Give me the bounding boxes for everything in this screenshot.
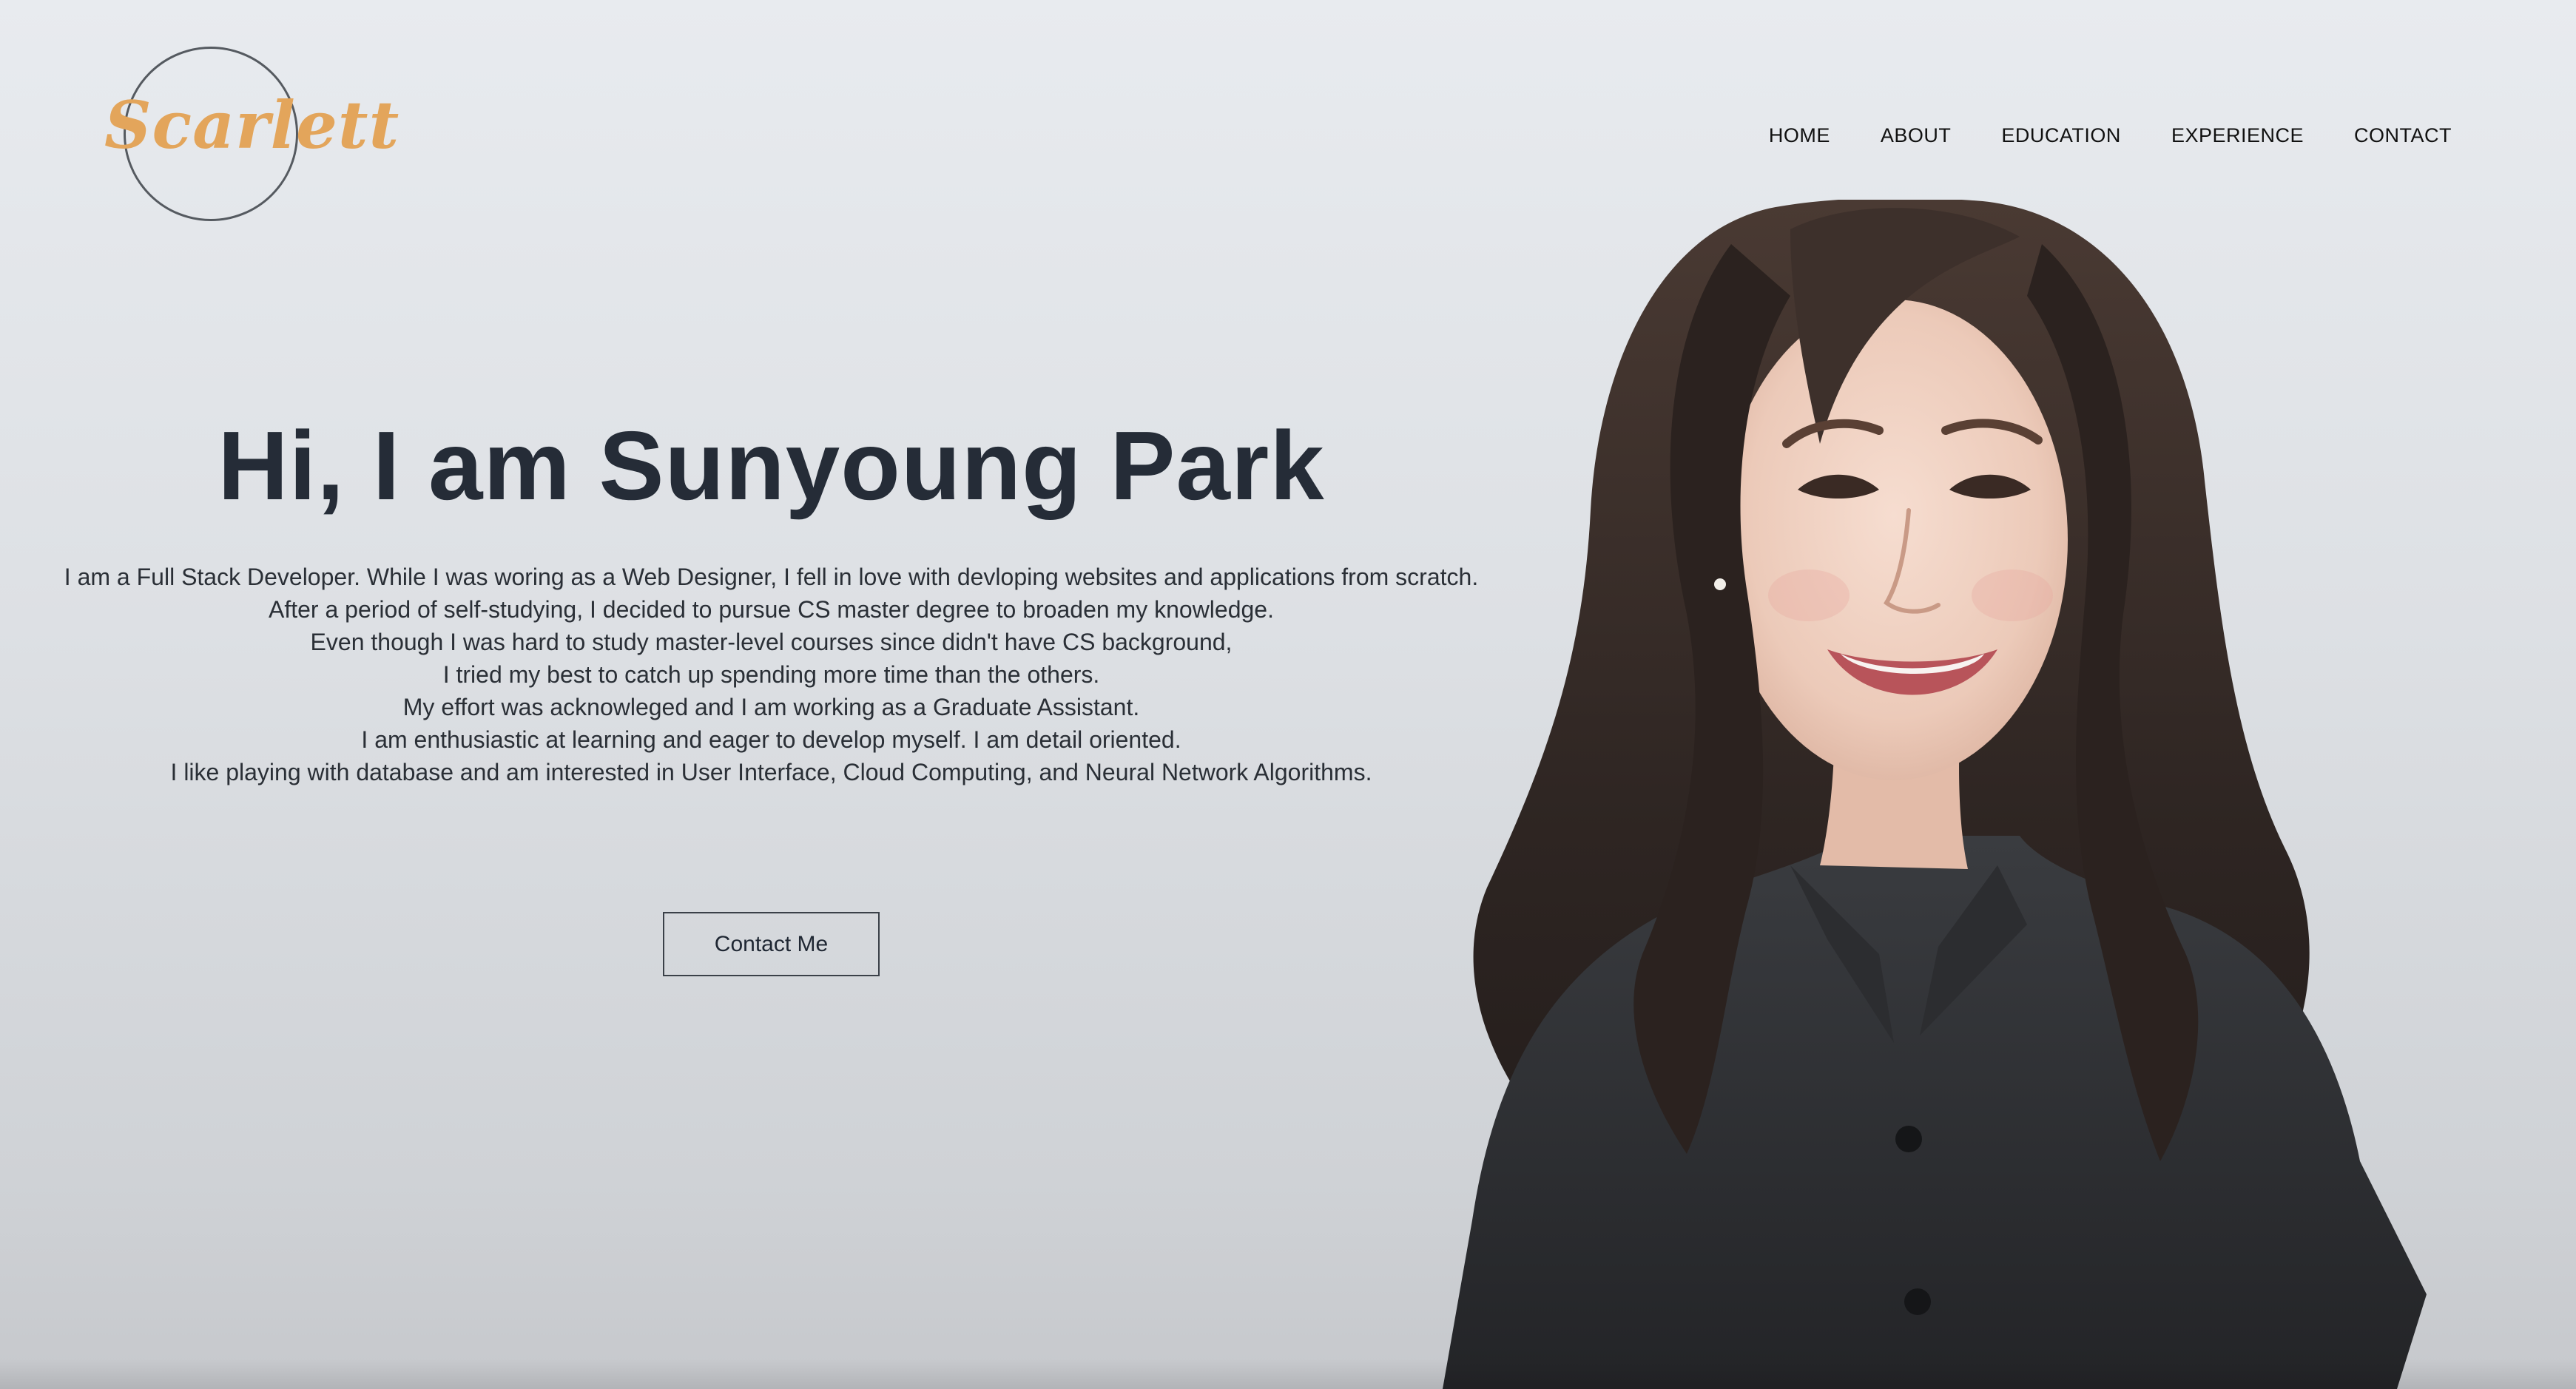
bio-line: I am a Full Stack Developer. While I was… bbox=[64, 564, 1479, 590]
bottom-shadow bbox=[0, 1359, 2576, 1389]
face bbox=[1720, 300, 2068, 780]
hero-bio: I am a Full Stack Developer. While I was… bbox=[44, 561, 1498, 788]
nav-item-about[interactable]: ABOUT bbox=[1881, 124, 1952, 147]
bio-line: My effort was acknowleged and I am worki… bbox=[402, 694, 1140, 720]
hero-title: Hi, I am Sunyoung Park bbox=[218, 411, 1325, 520]
bio-line: After a period of self-studying, I decid… bbox=[269, 596, 1274, 623]
contact-me-button[interactable]: Contact Me bbox=[663, 912, 880, 976]
nav-item-experience[interactable]: EXPERIENCE bbox=[2171, 124, 2304, 147]
main-nav: HOME ABOUT EDUCATION EXPERIENCE CONTACT bbox=[1769, 124, 2452, 147]
logo-text: Scarlett bbox=[104, 87, 400, 163]
earring bbox=[1714, 578, 1726, 590]
bio-line: I tried my best to catch up spending mor… bbox=[442, 661, 1100, 688]
nav-item-contact[interactable]: CONTACT bbox=[2354, 124, 2452, 147]
shirt-button bbox=[1895, 1126, 1922, 1152]
nav-item-education[interactable]: EDUCATION bbox=[2001, 124, 2121, 147]
site-logo[interactable]: Scarlett bbox=[100, 41, 399, 229]
hero-section: Hi, I am Sunyoung Park I am a Full Stack… bbox=[44, 407, 1498, 788]
bio-line: I am enthusiastic at learning and eager … bbox=[361, 726, 1181, 753]
profile-photo bbox=[1443, 200, 2427, 1389]
nav-item-home[interactable]: HOME bbox=[1769, 124, 1830, 147]
shirt-button bbox=[1904, 1288, 1931, 1315]
bio-line: Even though I was hard to study master-l… bbox=[310, 629, 1233, 655]
bio-line: I like playing with database and am inte… bbox=[170, 759, 1372, 785]
